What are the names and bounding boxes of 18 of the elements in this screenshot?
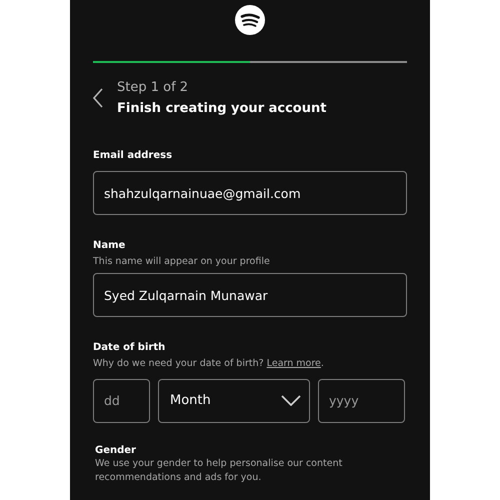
- email-field[interactable]: shahzulqarnainuae@gmail.com: [93, 171, 407, 215]
- field-hint: We use your gender to help personalise our content recommendations and ads for you.: [95, 456, 344, 485]
- chevron-down-icon: [281, 395, 301, 406]
- field-label: Gender: [95, 444, 137, 456]
- month-select[interactable]: Month: [158, 378, 310, 422]
- learn-more-link[interactable]: Learn more: [266, 358, 321, 370]
- day-field[interactable]: dd: [93, 378, 150, 422]
- field-label: Date of birth: [93, 342, 166, 354]
- back-icon[interactable]: [93, 88, 103, 108]
- page-title: Finish creating your account: [117, 101, 326, 116]
- field-label: Email address: [93, 150, 174, 161]
- field-hint: This name will appear on your profile: [93, 255, 271, 269]
- field-label: Name: [93, 240, 126, 251]
- field-hint: Why do we need your date of birth? Learn more.: [93, 357, 325, 372]
- name-field[interactable]: Syed Zulqarnain Munawar: [93, 273, 407, 318]
- logo-icon: [235, 5, 265, 35]
- step-indicator: Step 1 of 2: [117, 80, 190, 95]
- year-field[interactable]: yyyy: [318, 378, 405, 422]
